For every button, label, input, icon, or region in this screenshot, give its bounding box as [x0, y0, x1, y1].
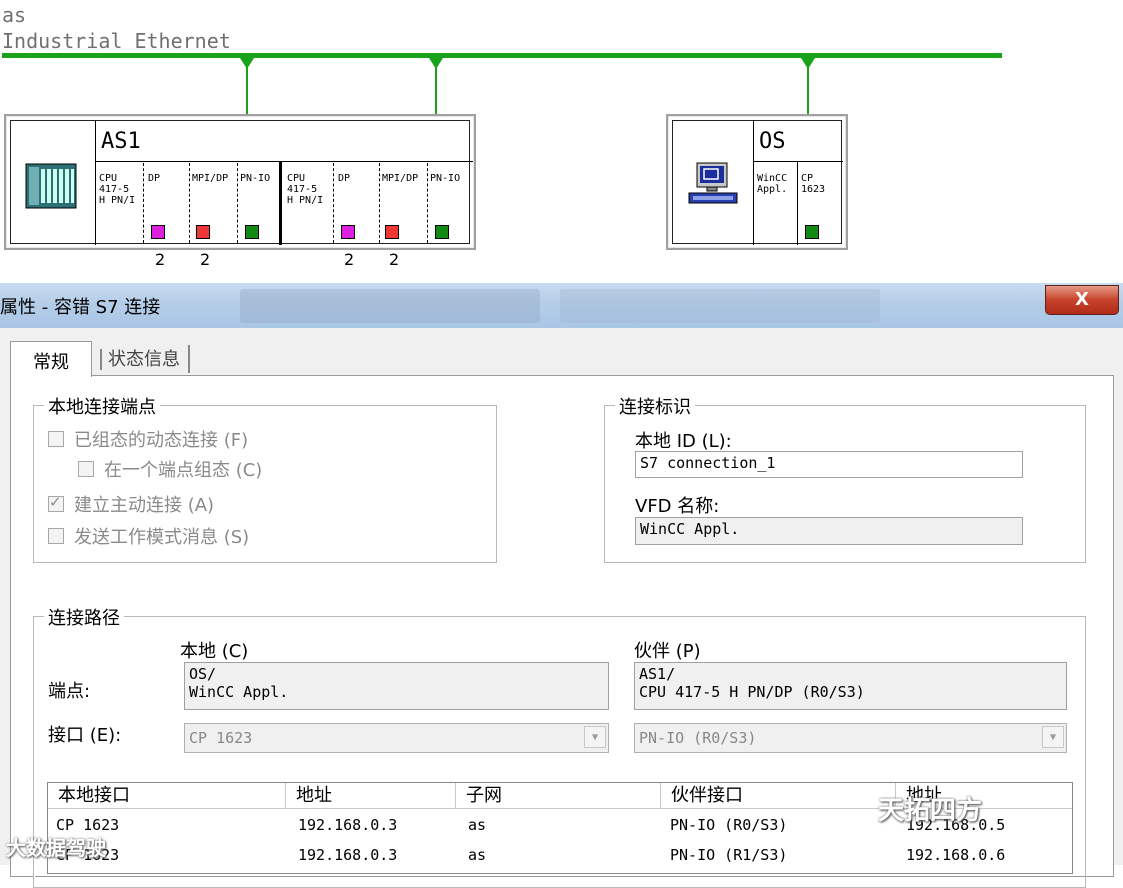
pnio-port-a[interactable]	[245, 225, 259, 239]
active-connection-option[interactable]: 建立主动连接 (A)	[48, 491, 214, 517]
module-mpidp-b[interactable]: MPI/DP	[382, 173, 418, 184]
station-as1-name: AS1	[101, 129, 141, 154]
local-endpoint-field: OS/ WinCC Appl.	[184, 662, 609, 710]
station-as1[interactable]: AS1 CPU 417-5 H PN/I DP MPI/DP PN-IO CPU…	[4, 114, 476, 250]
drop-line-3	[807, 66, 809, 116]
module-cpu-a[interactable]: CPU 417-5 H PN/I	[99, 173, 135, 206]
dp-port-b[interactable]	[341, 225, 355, 239]
one-endpoint-option[interactable]: 在一个端点组态 (C)	[78, 456, 262, 482]
tab-status-info-label: 状态信息	[100, 349, 180, 370]
dynamic-connection-option[interactable]: 已组态的动态连接 (F)	[48, 426, 248, 452]
chevron-down-icon[interactable]: ▼	[1042, 726, 1064, 748]
local-endpoint-group: 本地连接端点 已组态的动态连接 (F) 在一个端点组态 (C) 建立主动连接 (…	[33, 393, 497, 563]
local-interface-value: CP 1623	[189, 729, 253, 747]
watermark-right: 天拓四方	[878, 796, 983, 826]
drop-line-1	[246, 66, 248, 116]
dp-address-a: 2	[155, 250, 166, 269]
mpidp-port-b[interactable]	[385, 225, 399, 239]
partner-column-header: 伙伴 (P)	[634, 641, 701, 662]
station-os[interactable]: OS WinCC Appl. CP 1623	[666, 114, 848, 250]
pc-station-icon	[687, 161, 739, 207]
cp1623-port[interactable]	[805, 225, 819, 239]
col-partner-interface[interactable]: 伙伴接口	[661, 783, 896, 809]
subnet-type: Industrial Ethernet	[2, 29, 231, 53]
local-id-input[interactable]: S7 connection_1	[635, 451, 1023, 478]
local-interface-select[interactable]: CP 1623 ▼	[184, 723, 609, 753]
industrial-ethernet-bus[interactable]	[2, 53, 1002, 58]
chevron-down-icon[interactable]: ▼	[584, 726, 606, 748]
dialog-title: 属性 - 容错 S7 连接	[0, 297, 161, 318]
module-dp-a[interactable]: DP	[148, 173, 160, 184]
endpoint-label: 端点:	[48, 681, 91, 702]
module-pnio-b[interactable]: PN-IO	[430, 173, 460, 184]
tab-general-label: 常规	[33, 352, 69, 373]
active-connection-checkbox[interactable]	[48, 493, 64, 512]
properties-dialog: 属性 - 容错 S7 连接 X 常规 状态信息 本地连接端点 已组态的动态连接 …	[0, 283, 1123, 888]
local-id-label: 本地 ID (L):	[635, 431, 732, 452]
tab-status-info[interactable]: 状态信息	[92, 345, 190, 373]
local-endpoint-title: 本地连接端点	[44, 393, 160, 419]
connection-id-title: 连接标识	[615, 393, 695, 419]
dp-address-b: 2	[344, 250, 355, 269]
dialog-titlebar[interactable]: 属性 - 容错 S7 连接 X	[0, 283, 1123, 328]
dynamic-connection-checkbox[interactable]	[48, 431, 64, 447]
col-subnet[interactable]: 子网	[456, 783, 661, 809]
mpidp-port-a[interactable]	[196, 225, 210, 239]
col-local-interface[interactable]: 本地接口	[48, 783, 286, 809]
pnio-port-b[interactable]	[435, 225, 449, 239]
vfd-name-label: VFD 名称:	[635, 496, 720, 517]
module-mpidp-a[interactable]: MPI/DP	[192, 173, 228, 184]
partner-interface-value: PN-IO (R0/S3)	[639, 729, 757, 747]
subnet-name: as	[2, 3, 27, 27]
watermark-bottom-left: 大数据驾驶	[6, 836, 106, 860]
vfd-name-field: WinCC Appl.	[635, 517, 1023, 545]
local-column-header: 本地 (C)	[180, 641, 249, 662]
col-local-address[interactable]: 地址	[286, 783, 456, 809]
mpidp-address-a: 2	[200, 250, 211, 269]
tab-general[interactable]: 常规	[10, 341, 92, 377]
mpidp-address-b: 2	[389, 250, 400, 269]
table-row[interactable]: CP 1623 192.168.0.3 as PN-IO (R1/S3) 192…	[48, 840, 1072, 868]
module-cpu-b[interactable]: CPU 417-5 H PN/I	[287, 173, 323, 206]
station-as1-frame: AS1 CPU 417-5 H PN/I DP MPI/DP PN-IO CPU…	[10, 120, 473, 245]
interface-label: 接口 (E):	[48, 725, 122, 746]
partner-endpoint-field: AS1/ CPU 417-5 H PN/DP (R0/S3)	[634, 662, 1067, 710]
operating-mode-msg-checkbox[interactable]	[48, 528, 64, 544]
dp-port-a[interactable]	[151, 225, 165, 239]
connection-id-group: 连接标识 本地 ID (L): S7 connection_1 VFD 名称: …	[604, 393, 1086, 563]
plc-rack-icon	[25, 163, 77, 209]
connection-path-title: 连接路径	[44, 604, 124, 630]
module-cp1623[interactable]: CP 1623	[801, 173, 825, 195]
station-os-name: OS	[759, 129, 786, 154]
module-wincc-appl[interactable]: WinCC Appl.	[757, 173, 787, 195]
drop-line-2	[435, 66, 437, 116]
operating-mode-msg-option[interactable]: 发送工作模式消息 (S)	[48, 523, 249, 549]
module-dp-b[interactable]: DP	[338, 173, 350, 184]
close-button[interactable]: X	[1045, 285, 1119, 315]
station-os-frame: OS WinCC Appl. CP 1623	[672, 120, 843, 245]
partner-interface-select[interactable]: PN-IO (R0/S3) ▼	[634, 723, 1067, 753]
one-endpoint-checkbox[interactable]	[78, 461, 94, 477]
module-pnio-a[interactable]: PN-IO	[240, 173, 270, 184]
